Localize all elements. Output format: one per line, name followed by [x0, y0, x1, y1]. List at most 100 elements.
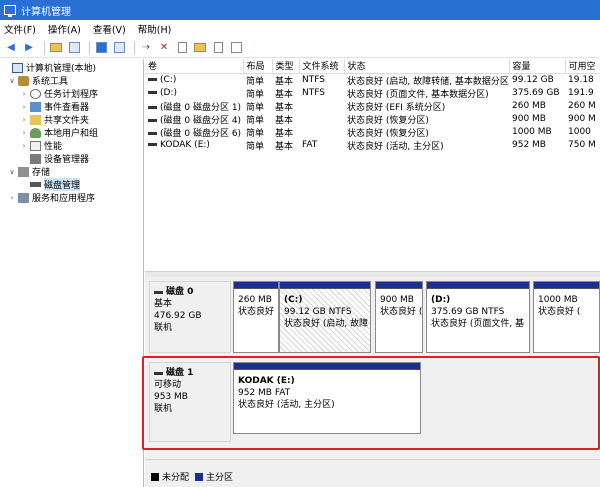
disk-0-partitions: 260 MB 状态良好 (C:) 99.12 GB NTFS 状态良好 (启动, 故障…: [233, 281, 600, 353]
column-header-capacity[interactable]: 容量: [509, 59, 566, 74]
chevron-right-icon[interactable]: ›: [20, 116, 28, 124]
layout-cell: 简单: [246, 89, 265, 100]
menu-file[interactable]: 文件(F): [4, 22, 36, 36]
disk-icon: [30, 182, 41, 187]
up-folder-icon[interactable]: [49, 41, 63, 55]
chevron-right-icon[interactable]: ›: [20, 142, 28, 150]
partition-status: 状态良好 (启动, 故障: [284, 319, 369, 329]
tree-node-task-scheduler[interactable]: › 任务计划程序: [0, 87, 143, 100]
column-header-free[interactable]: 可用空: [565, 59, 600, 74]
chevron-down-icon[interactable]: ∨: [8, 168, 16, 176]
tree-node-event-viewer[interactable]: › 事件查看器: [0, 100, 143, 113]
forward-arrow-icon[interactable]: ▶: [22, 41, 36, 55]
volume-name: (磁盘 0 磁盘分区 4): [160, 115, 242, 126]
tree-node-performance[interactable]: › 性能: [0, 139, 143, 152]
check-icon[interactable]: [175, 41, 189, 55]
list-view-icon[interactable]: [229, 41, 243, 55]
disk-name: 磁盘 0: [154, 286, 226, 298]
search-icon[interactable]: [211, 41, 225, 55]
column-header-status[interactable]: 状态: [344, 59, 510, 74]
tree-node-local-users[interactable]: › 本地用户和组: [0, 126, 143, 139]
volume-table: 卷 布局 类型 文件系统 状态 容量 可用空 (C:) 简单 基本 NTFS 状…: [145, 59, 600, 152]
menu-view[interactable]: 查看(V): [93, 22, 126, 36]
tree-node-device-manager[interactable]: 设备管理器: [0, 152, 143, 165]
partition-d[interactable]: (D:) 375.69 GB NTFS 状态良好 (页面文件, 基: [426, 281, 530, 353]
chevron-right-icon[interactable]: ›: [20, 103, 28, 111]
back-arrow-icon[interactable]: ◀: [4, 41, 18, 55]
tree-node-storage[interactable]: ∨ 存储: [0, 165, 143, 178]
show-tree-icon[interactable]: [67, 41, 81, 55]
volume-icon: [148, 118, 157, 122]
chevron-right-icon[interactable]: ›: [20, 129, 28, 137]
disk-icon: [154, 290, 163, 294]
type-cell: 基本: [275, 141, 294, 152]
status-cell: 状态良好 (启动, 故障转储, 基本数据分区): [347, 76, 509, 87]
type-cell: 基本: [275, 115, 294, 126]
type-cell: 基本: [275, 89, 294, 100]
column-header-volume[interactable]: 卷: [145, 59, 244, 74]
free-cell: 900 M: [568, 114, 596, 124]
chevron-right-icon[interactable]: ›: [20, 90, 28, 98]
menu-help[interactable]: 帮助(H): [138, 22, 172, 36]
partition-cap: [427, 282, 529, 289]
capacity-cell: 952 MB: [512, 140, 546, 150]
tree-node-computer-management[interactable]: 计算机管理(本地): [0, 61, 143, 74]
connect-icon[interactable]: ⇢: [139, 41, 153, 55]
table-row[interactable]: (磁盘 0 磁盘分区 6) 简单 基本 状态良好 (恢复分区) 1000 MB …: [145, 126, 600, 139]
partition-recovery-4[interactable]: 900 MB 状态良好 (恢: [375, 281, 423, 353]
table-row[interactable]: (磁盘 0 磁盘分区 1) 简单 基本 状态良好 (EFI 系统分区) 260 …: [145, 100, 600, 113]
disk-0-info[interactable]: 磁盘 0 基本 476.92 GB 联机: [149, 281, 231, 353]
table-row[interactable]: (C:) 简单 基本 NTFS 状态良好 (启动, 故障转储, 基本数据分区) …: [145, 73, 600, 87]
chevron-right-icon[interactable]: ›: [8, 194, 16, 202]
partition-recovery-6[interactable]: 1000 MB 状态良好 (: [533, 281, 600, 353]
open-folder-icon[interactable]: [193, 41, 207, 55]
tree-node-label: 本地用户和组: [44, 129, 99, 139]
filesystem-cell: [299, 113, 344, 126]
layout-cell: 简单: [246, 115, 265, 126]
tree-node-label: 存储: [32, 168, 51, 178]
partition-size: 900 MB: [380, 295, 414, 305]
partition-status: 状态良好 (: [538, 307, 581, 317]
help-icon[interactable]: [94, 41, 108, 55]
volume-cell: (D:): [145, 87, 243, 100]
disk-icon: [154, 371, 163, 375]
table-row[interactable]: KODAK (E:) 简单 基本 FAT 状态良好 (活动, 主分区) 952 …: [145, 139, 600, 152]
services-icon: [18, 192, 29, 203]
delete-icon[interactable]: ✕: [157, 41, 171, 55]
partition-kodak-e[interactable]: KODAK (E:) 952 MB FAT 状态良好 (活动, 主分区): [233, 362, 421, 434]
capacity-cell: 260 MB: [512, 101, 546, 111]
tree-node-label: 系统工具: [32, 77, 69, 87]
partition-status: 状态良好: [238, 307, 275, 317]
column-header-type[interactable]: 类型: [272, 59, 300, 74]
partition-c[interactable]: (C:) 99.12 GB NTFS 状态良好 (启动, 故障: [279, 281, 371, 353]
layout-cell: 简单: [246, 128, 265, 139]
tree-node-disk-management[interactable]: 磁盘管理: [0, 178, 143, 191]
tree-node-system-tools[interactable]: ∨ 系统工具: [0, 74, 143, 87]
disk-name-label: 磁盘 0: [166, 287, 194, 297]
filesystem-cell: NTFS: [302, 88, 325, 98]
partition-cap: [234, 282, 278, 289]
tools-icon: [18, 75, 29, 86]
computer-management-icon: [4, 5, 16, 17]
tree-node-shared-folders[interactable]: › 共享文件夹: [0, 113, 143, 126]
free-cell: 191.9: [568, 88, 594, 98]
partition-efi[interactable]: 260 MB 状态良好: [233, 281, 279, 353]
chevron-down-icon[interactable]: ∨: [8, 77, 16, 85]
volume-table-header: 卷 布局 类型 文件系统 状态 容量 可用空: [145, 59, 600, 74]
tree-node-services-apps[interactable]: › 服务和应用程序: [0, 191, 143, 204]
disk-1-info[interactable]: 磁盘 1 可移动 953 MB 联机: [149, 362, 231, 442]
disk-type: 可移动: [154, 380, 182, 390]
table-row[interactable]: (D:) 简单 基本 NTFS 状态良好 (页面文件, 基本数据分区) 375.…: [145, 87, 600, 100]
tree-node-label: 任务计划程序: [44, 90, 99, 100]
volume-name: KODAK (E:): [160, 140, 210, 150]
column-header-filesystem[interactable]: 文件系统: [299, 59, 345, 74]
window-title: 计算机管理: [21, 6, 71, 18]
menu-action[interactable]: 操作(A): [48, 22, 81, 36]
filesystem-cell: [299, 100, 344, 113]
table-row[interactable]: (磁盘 0 磁盘分区 4) 简单 基本 状态良好 (恢复分区) 900 MB 9…: [145, 113, 600, 126]
column-header-layout[interactable]: 布局: [243, 59, 273, 74]
properties-icon[interactable]: [112, 41, 126, 55]
capacity-cell: 1000 MB: [512, 127, 552, 137]
partition-status: 状态良好 (页面文件, 基: [431, 319, 525, 329]
title-bar: 计算机管理: [0, 0, 600, 20]
